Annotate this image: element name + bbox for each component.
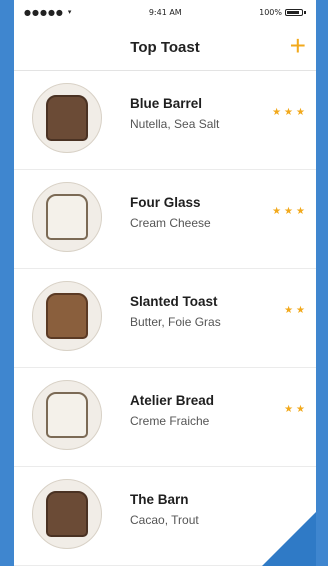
toast-image — [46, 392, 88, 438]
item-name: Blue Barrel — [130, 96, 203, 111]
plate-icon — [32, 83, 102, 153]
phone-screen: ●●●●● ▾ 9:41 AM 100% Top Toast + Blue Ba… — [14, 0, 316, 566]
list-item-blue-barrel[interactable]: Blue Barrel Nutella, Sea Salt ★★★ — [14, 71, 316, 170]
status-time: 9:41 AM — [148, 7, 182, 17]
plate-icon — [32, 182, 102, 252]
navigation-bar: Top Toast + — [14, 24, 316, 71]
signal-dots-icon: ●●●●● — [24, 7, 64, 17]
status-bar: ●●●●● ▾ 9:41 AM 100% — [14, 0, 316, 24]
item-toppings: Cacao, Trout — [130, 513, 199, 527]
item-name: Slanted Toast — [130, 294, 218, 309]
plate-icon — [32, 380, 102, 450]
page-title: Top Toast — [130, 38, 200, 56]
rating-stars: ★★★ — [272, 107, 308, 118]
toast-image — [46, 95, 88, 141]
item-toppings: Nutella, Sea Salt — [130, 117, 220, 131]
battery-tip-icon — [304, 10, 306, 14]
battery-icon — [285, 8, 303, 16]
item-toppings: Butter, Foie Gras — [130, 315, 221, 329]
wifi-icon: ▾ — [67, 8, 72, 16]
corner-decoration — [262, 512, 316, 566]
plate-icon — [32, 281, 102, 351]
rating-stars: ★★★ — [272, 206, 308, 217]
rating-stars: ★★ — [284, 305, 308, 316]
list-item-atelier-bread[interactable]: Atelier Bread Creme Fraiche ★★ — [14, 368, 316, 467]
item-toppings: Cream Cheese — [130, 216, 211, 230]
add-button[interactable]: + — [290, 32, 306, 60]
list-item-slanted-toast[interactable]: Slanted Toast Butter, Foie Gras ★★ — [14, 269, 316, 368]
plate-icon — [32, 479, 102, 549]
item-toppings: Creme Fraiche — [130, 414, 210, 428]
toast-image — [46, 491, 88, 537]
toast-image — [46, 293, 88, 339]
item-name: Four Glass — [130, 195, 201, 210]
status-right: 100% — [259, 8, 306, 17]
item-name: Atelier Bread — [130, 393, 215, 408]
toast-list: Blue Barrel Nutella, Sea Salt ★★★ Four G… — [14, 71, 316, 566]
list-item-four-glass[interactable]: Four Glass Cream Cheese ★★★ — [14, 170, 316, 269]
item-name: The Barn — [130, 492, 189, 507]
battery-percent: 100% — [259, 7, 282, 17]
rating-stars: ★★ — [284, 404, 308, 415]
status-left: ●●●●● ▾ — [24, 8, 71, 17]
toast-image — [46, 194, 88, 240]
